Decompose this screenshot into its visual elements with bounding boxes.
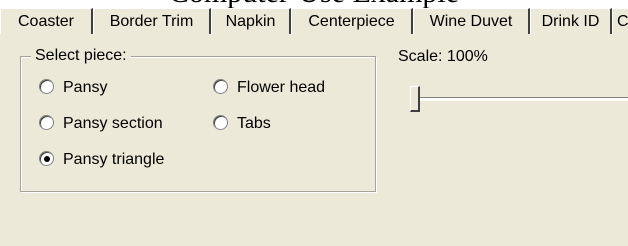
tab-wine-duvet[interactable]: Wine Duvet (413, 8, 530, 34)
radio-label: Pansy triangle (63, 151, 165, 168)
tab-coaster[interactable]: Coaster (0, 8, 93, 34)
radio-label: Flower head (237, 79, 326, 96)
radio-pansy-triangle[interactable]: Pansy triangle (39, 149, 164, 171)
tab-content-panel: Select piece: Pansy Flower head Pansy se… (0, 36, 628, 246)
page-caption: Computer-Use Example (0, 0, 628, 8)
radio-circle (213, 115, 228, 130)
radio-selected-dot (44, 156, 50, 162)
scale-label: Scale: 100% (398, 48, 488, 65)
radio-label: Pansy section (63, 115, 163, 132)
tab-centerpiece[interactable]: Centerpiece (291, 8, 413, 34)
select-piece-group: Select piece: Pansy Flower head Pansy se… (20, 46, 376, 192)
tab-strip: Coaster Border Trim Napkin Centerpiece W… (0, 8, 628, 36)
radio-pansy[interactable]: Pansy (39, 77, 107, 99)
radio-circle-selected (39, 151, 54, 166)
group-label: Select piece: (31, 46, 131, 66)
tab-drink-id[interactable]: Drink ID (530, 8, 612, 34)
tab-border-trim[interactable]: Border Trim (93, 8, 211, 34)
radio-flower-head[interactable]: Flower head (213, 77, 325, 99)
radio-tabs[interactable]: Tabs (213, 113, 271, 135)
radio-circle (213, 79, 228, 94)
tab-napkin[interactable]: Napkin (211, 8, 291, 34)
radio-circle (39, 79, 54, 94)
radio-circle (39, 115, 54, 130)
scale-slider-track[interactable] (410, 97, 628, 101)
radio-label: Tabs (237, 115, 271, 132)
scale-slider-thumb[interactable] (410, 86, 420, 112)
radio-pansy-section[interactable]: Pansy section (39, 113, 163, 135)
radio-label: Pansy (63, 79, 108, 96)
tab-partial[interactable]: C (612, 8, 628, 34)
